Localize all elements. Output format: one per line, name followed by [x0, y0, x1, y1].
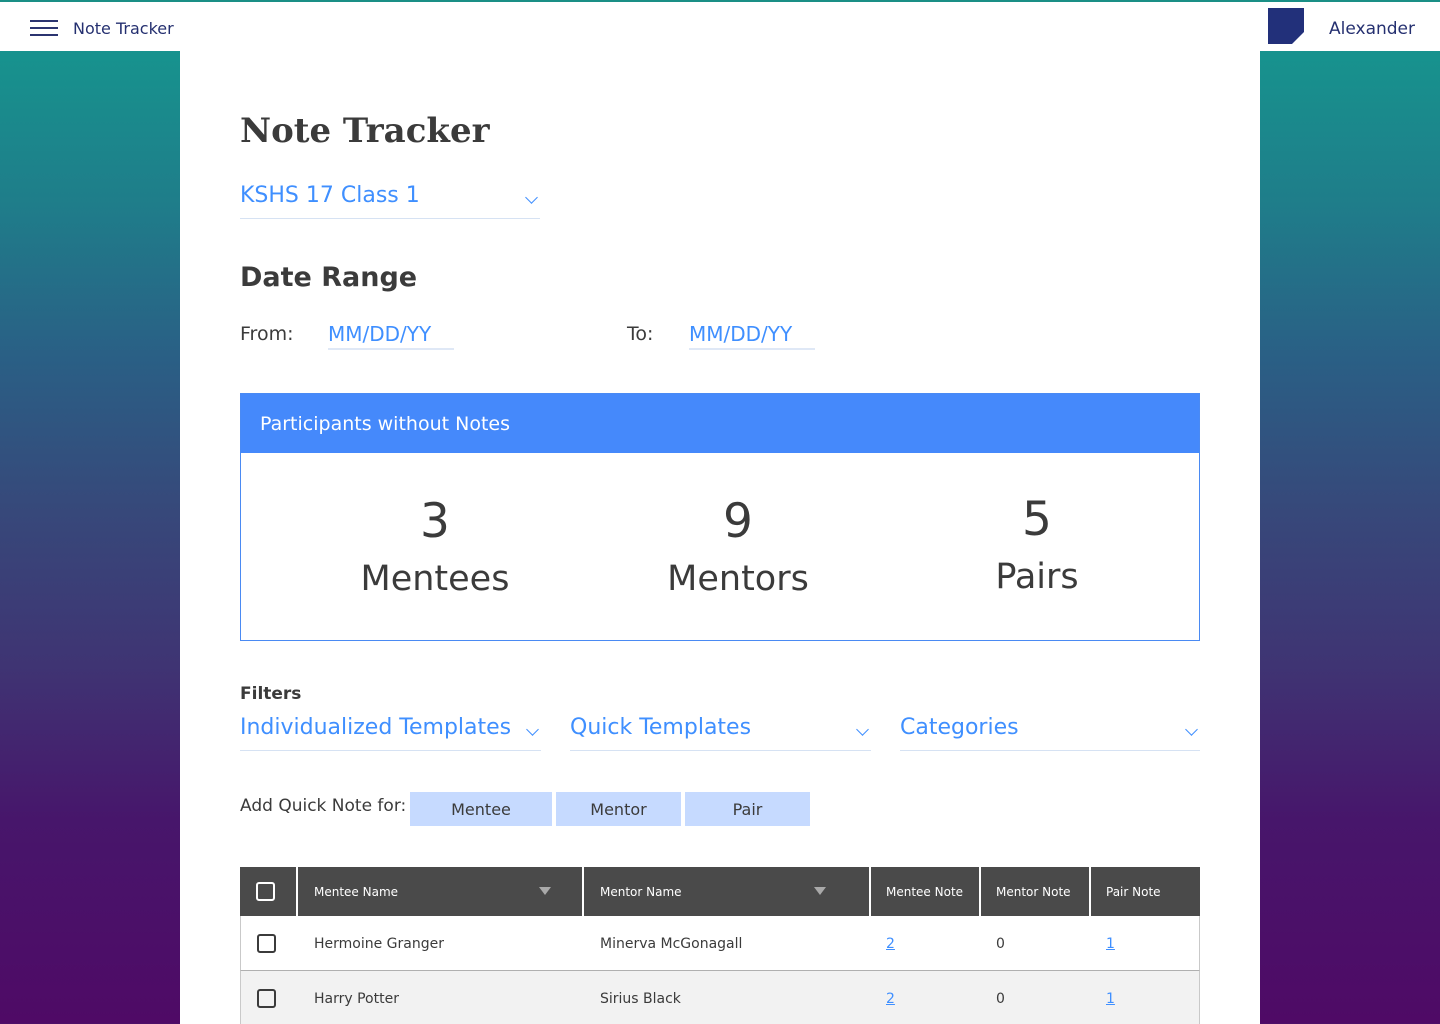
- class-select[interactable]: KSHS 17 Class 1: [240, 183, 540, 219]
- sort-arrow-icon[interactable]: [814, 887, 826, 895]
- hamburger-menu-icon[interactable]: [30, 20, 58, 38]
- mentee-note-link[interactable]: 2: [886, 991, 895, 1007]
- to-date-input[interactable]: [689, 319, 815, 350]
- quick-note-pair-button[interactable]: Pair: [685, 792, 810, 826]
- mentors-stat: 9 Mentors: [638, 494, 838, 599]
- mentor-name-cell: Sirius Black: [600, 991, 681, 1007]
- filter-label: Individualized Templates: [240, 715, 512, 740]
- column-divider: [582, 867, 584, 916]
- chevron-down-icon: [856, 723, 869, 736]
- mentees-count: 3: [420, 494, 450, 549]
- notes-table: Mentee Name Mentor Name Mentee Note Ment…: [240, 867, 1200, 1024]
- filters-label: Filters: [240, 684, 302, 704]
- from-label: From:: [240, 323, 294, 345]
- mentor-name-cell: Minerva McGonagall: [600, 936, 743, 952]
- quick-note-mentor-button[interactable]: Mentor: [556, 792, 681, 826]
- column-divider: [296, 867, 298, 916]
- mentee-name-cell: Hermoine Granger: [314, 936, 444, 952]
- mentors-count: 9: [723, 494, 753, 549]
- pairs-stat: 5 Pairs: [937, 492, 1137, 597]
- to-label: To:: [627, 323, 654, 345]
- row-checkbox[interactable]: [257, 934, 276, 953]
- column-divider: [869, 867, 871, 916]
- page-title: Note Tracker: [240, 111, 490, 151]
- column-header-mentor-name[interactable]: Mentor Name: [600, 867, 682, 916]
- date-range-heading: Date Range: [240, 262, 418, 293]
- quick-templates-filter[interactable]: Quick Templates: [570, 715, 871, 751]
- individualized-templates-filter[interactable]: Individualized Templates: [240, 715, 541, 751]
- participants-panel-header: Participants without Notes: [241, 394, 1199, 453]
- chevron-down-icon: [526, 723, 539, 736]
- quick-note-label: Add Quick Note for:: [240, 796, 407, 816]
- mentee-note-link[interactable]: 2: [886, 936, 895, 952]
- top-bar: Note Tracker Alexander: [0, 0, 1440, 51]
- categories-filter[interactable]: Categories: [900, 715, 1200, 751]
- mentors-label: Mentors: [667, 559, 809, 599]
- chevron-down-icon: [525, 191, 538, 204]
- row-checkbox[interactable]: [257, 989, 276, 1008]
- main-card: Note Tracker KSHS 17 Class 1 Date Range …: [180, 51, 1260, 1024]
- user-name[interactable]: Alexander: [1329, 19, 1415, 39]
- class-select-value: KSHS 17 Class 1: [240, 183, 420, 208]
- mentor-note-cell: 0: [996, 991, 1005, 1007]
- pairs-count: 5: [1022, 492, 1052, 547]
- user-avatar-icon[interactable]: [1268, 8, 1304, 44]
- pair-note-link[interactable]: 1: [1106, 991, 1115, 1007]
- filter-label: Categories: [900, 715, 1019, 740]
- column-header-mentee-note: Mentee Note: [886, 885, 964, 899]
- quick-note-mentee-button[interactable]: Mentee: [410, 792, 552, 826]
- app-name: Note Tracker: [73, 19, 174, 38]
- filter-label: Quick Templates: [570, 715, 752, 740]
- mentees-stat: 3 Mentees: [335, 494, 535, 599]
- from-date-input[interactable]: [328, 319, 454, 350]
- column-divider: [979, 867, 981, 916]
- chevron-down-icon: [1185, 723, 1198, 736]
- pairs-label: Pairs: [995, 557, 1079, 597]
- mentor-note-cell: 0: [996, 936, 1005, 952]
- mentees-label: Mentees: [360, 559, 510, 599]
- sort-arrow-icon[interactable]: [539, 887, 551, 895]
- table-row: Harry Potter Sirius Black 2 0 1: [240, 971, 1200, 1024]
- mentee-name-cell: Harry Potter: [314, 991, 399, 1007]
- participants-panel: Participants without Notes 3 Mentees 9 M…: [240, 393, 1200, 641]
- column-header-mentee-name[interactable]: Mentee Name: [314, 867, 398, 916]
- column-header-pair-note: Pair Note: [1106, 885, 1161, 899]
- table-header: Mentee Name Mentor Name Mentee Note Ment…: [240, 867, 1200, 916]
- table-row: Hermoine Granger Minerva McGonagall 2 0 …: [240, 916, 1200, 971]
- column-header-mentor-note: Mentor Note: [996, 885, 1071, 899]
- pair-note-link[interactable]: 1: [1106, 936, 1115, 952]
- select-all-checkbox[interactable]: [256, 882, 275, 901]
- column-divider: [1089, 867, 1091, 916]
